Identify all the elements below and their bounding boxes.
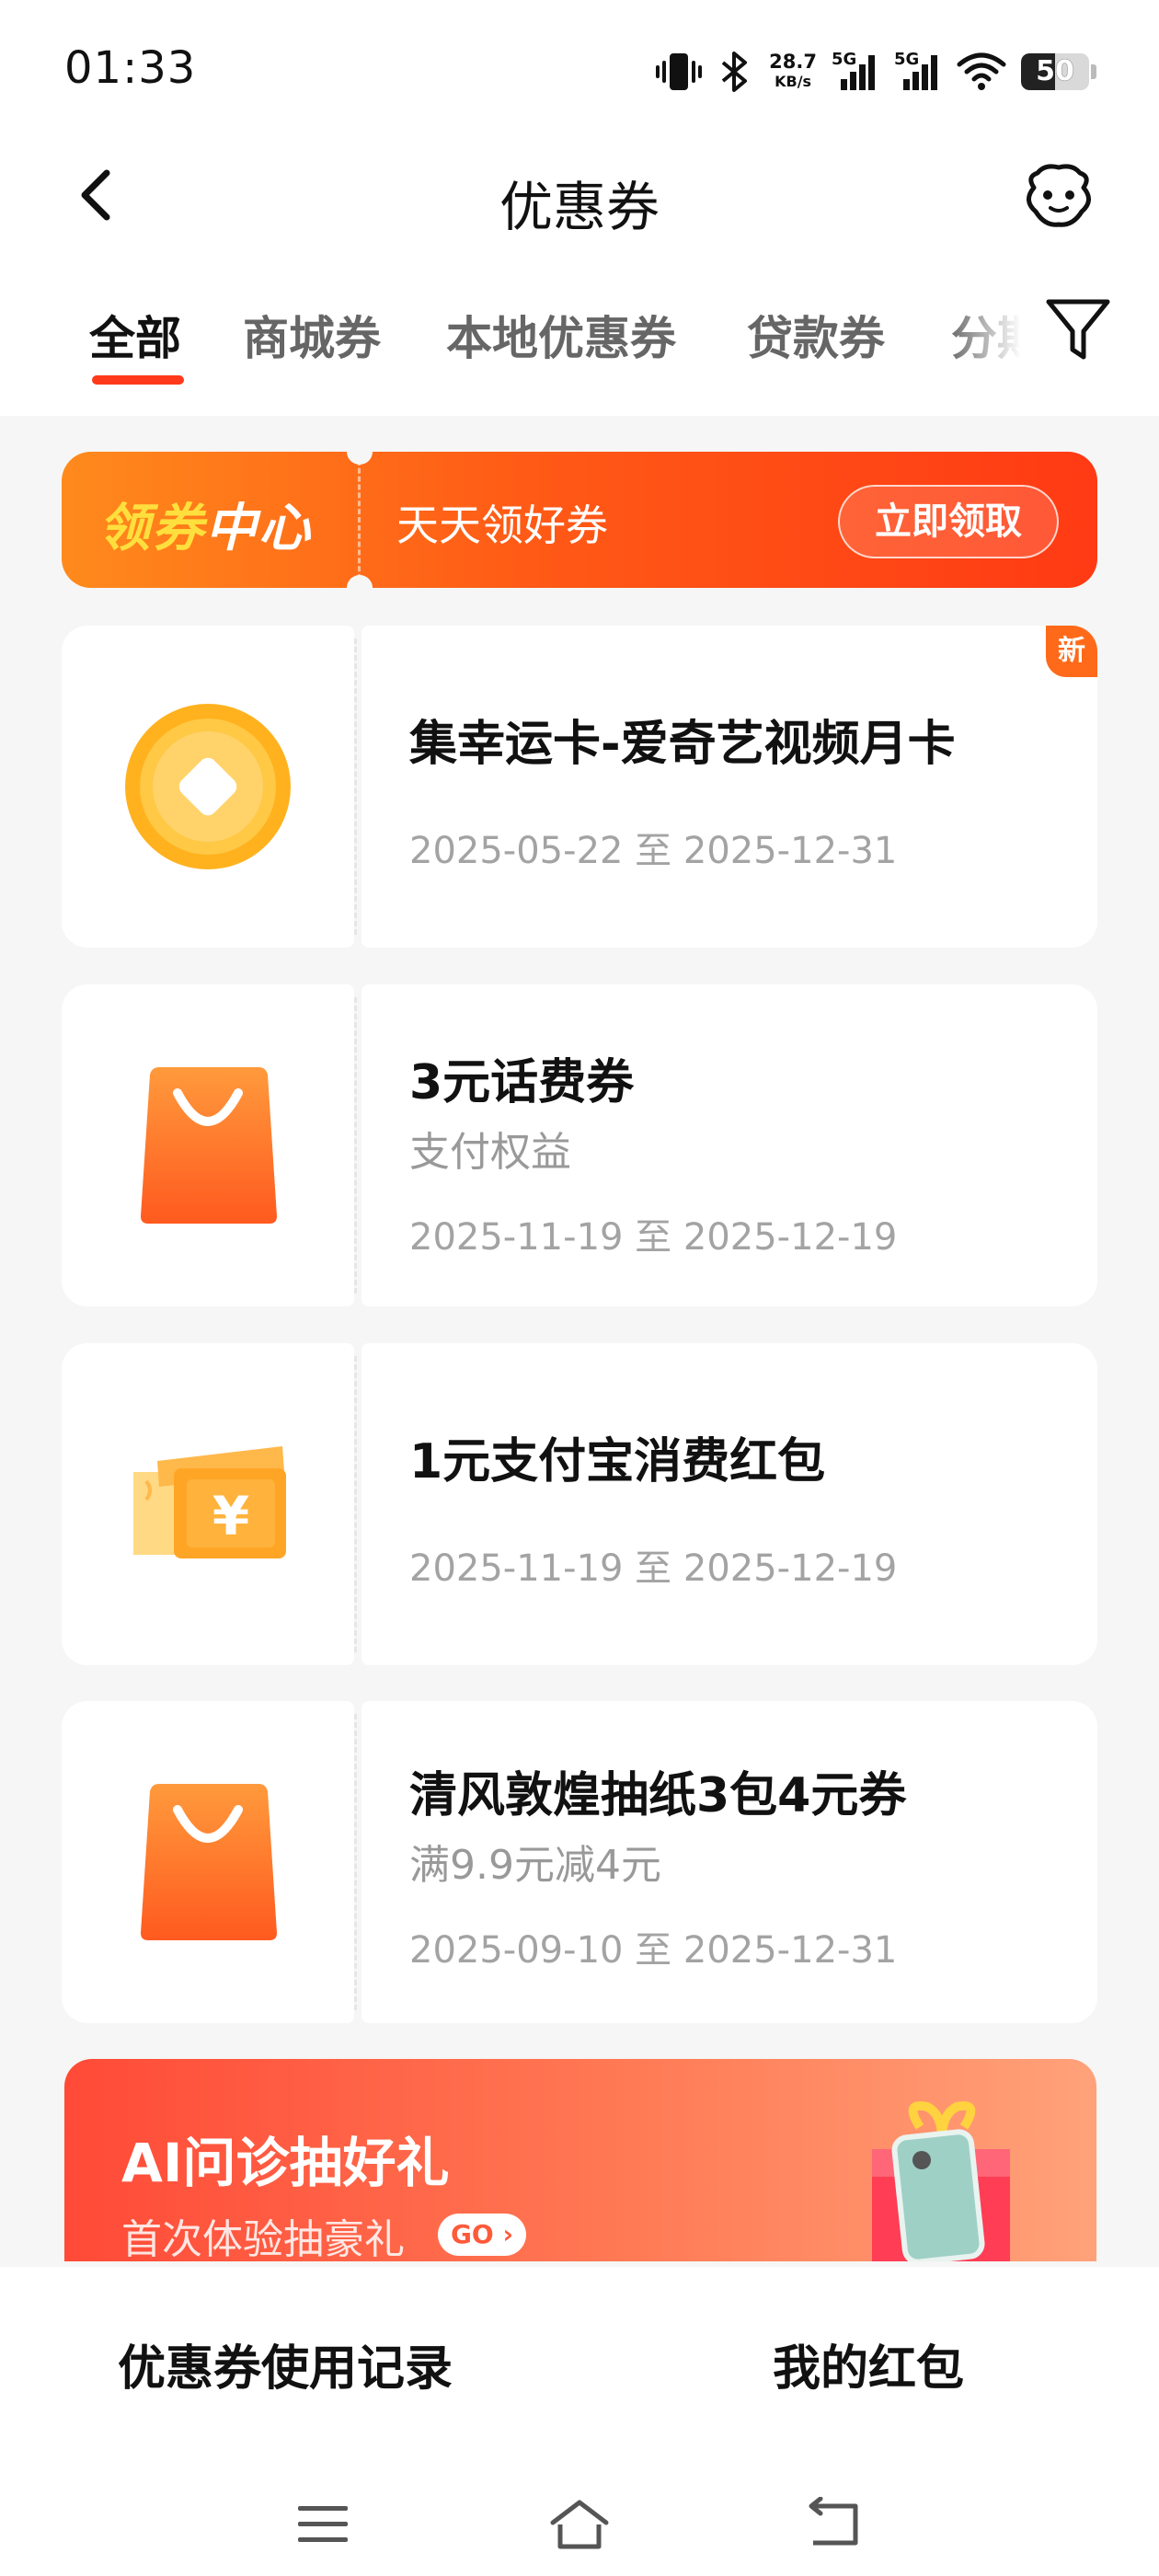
promo-go-button[interactable]: GO ›: [438, 2214, 526, 2256]
category-tabs: 全部 商城券 本地优惠券 贷款券 分期: [0, 293, 1021, 394]
coupon-date: 2025-05-22 至 2025-12-31: [409, 830, 898, 872]
gift-phone-icon: [863, 2094, 1028, 2261]
tab-mall-coupon[interactable]: 商城券: [243, 302, 381, 368]
banner-notch-top: [347, 452, 373, 465]
shopping-bag-icon: [120, 1775, 295, 1949]
coupon-right: [361, 626, 1097, 948]
status-icons: 28.7 KB/s 5G 5G 50: [655, 44, 1096, 99]
coupon-card[interactable]: 集幸运卡-爱奇艺视频月卡 2025-05-22 至 2025-12-31 新: [62, 626, 1097, 948]
coupon-separator: [354, 1714, 357, 2010]
tab-all[interactable]: 全部: [89, 302, 181, 368]
coupon-name: 清风敦煌抽纸3包4元券: [409, 1768, 907, 1823]
coupon-right: [361, 1343, 1097, 1665]
coupon-date: 2025-09-10 至 2025-12-31: [409, 1929, 898, 1972]
top-area: 01:33 28.7 KB/s 5G 5G 50 优惠券 全部 商城券 本地优惠…: [0, 0, 1159, 416]
gold-coin-icon: [120, 699, 295, 874]
ai-consultation-promo[interactable]: AI问诊抽好礼 首次体验抽豪礼 GO ›: [64, 2059, 1096, 2261]
bottom-bar: 优惠券使用记录 我的红包: [0, 2267, 1159, 2576]
coupon-center-logo: 领券中心: [98, 487, 312, 561]
my-red-packet-link[interactable]: 我的红包: [773, 2329, 964, 2398]
new-badge: 新: [1046, 626, 1097, 677]
nav-bar: 优惠券: [0, 147, 1159, 239]
bluetooth-icon: [717, 50, 754, 94]
logo-part1: 领券: [98, 499, 205, 558]
back-gesture-icon[interactable]: [804, 2496, 868, 2552]
logo-part2: 中心: [205, 499, 312, 558]
coupon-history-link[interactable]: 优惠券使用记录: [118, 2329, 453, 2398]
banner-divider: [358, 452, 361, 588]
signal-sim2-icon: 5G: [894, 50, 942, 94]
battery-indicator: 50: [1021, 53, 1089, 90]
banner-notch-bottom: [347, 575, 373, 588]
page-title: 优惠券: [499, 176, 660, 238]
coupon-name: 3元话费券: [409, 1055, 635, 1110]
signal-sim1-icon: 5G: [832, 50, 879, 94]
shopping-bag-icon: [120, 1058, 295, 1233]
menu-icon[interactable]: [291, 2497, 355, 2552]
promo-subtitle: 首次体验抽豪礼: [121, 2216, 405, 2261]
status-time: 01:33: [64, 42, 197, 94]
coupon-subtitle: 支付权益: [409, 1129, 571, 1176]
svg-text:¥: ¥: [212, 1485, 249, 1547]
filter-icon[interactable]: [1041, 293, 1115, 366]
yuan-ticket-icon: ¥: [120, 1417, 295, 1592]
customer-service-icon[interactable]: [1017, 160, 1100, 234]
battery-tip: [1091, 64, 1096, 79]
coupon-center-banner[interactable]: 领券中心 天天领好券 立即领取: [62, 452, 1097, 588]
coupon-name: 集幸运卡-爱奇艺视频月卡: [409, 717, 956, 772]
system-navigation: [0, 2488, 1159, 2561]
banner-slogan: 天天领好券: [396, 500, 608, 550]
coupon-separator: [354, 997, 357, 1294]
coupon-subtitle: 满9.9元减4元: [409, 1842, 661, 1889]
promo-title: AI问诊抽好礼: [121, 2132, 450, 2194]
coupon-separator: [354, 638, 357, 935]
coupon-card[interactable]: 清风敦煌抽纸3包4元券 满9.9元减4元 2025-09-10 至 2025-1…: [62, 1701, 1097, 2023]
tabs-fade: [947, 293, 1021, 394]
coupon-card[interactable]: 3元话费券 支付权益 2025-11-19 至 2025-12-19: [62, 984, 1097, 1306]
network-speed-unit: KB/s: [775, 73, 812, 90]
coupon-date: 2025-11-19 至 2025-12-19: [409, 1547, 898, 1590]
coupon-date: 2025-11-19 至 2025-12-19: [409, 1216, 898, 1259]
vibrate-icon: [655, 52, 703, 92]
coupon-separator: [354, 1356, 357, 1652]
status-bar: 01:33 28.7 KB/s 5G 5G 50: [0, 0, 1159, 138]
tab-local-coupon[interactable]: 本地优惠券: [446, 302, 676, 368]
home-icon[interactable]: [547, 2497, 612, 2552]
claim-now-button[interactable]: 立即领取: [838, 485, 1059, 558]
wifi-icon: [957, 52, 1006, 92]
network-speed-value: 28.7: [769, 51, 817, 73]
battery-text: 50: [1036, 55, 1074, 87]
promo-go-label: GO: [450, 2219, 494, 2249]
network-speed: 28.7 KB/s: [769, 52, 817, 92]
tab-loan-coupon[interactable]: 贷款券: [747, 302, 885, 368]
coupon-name: 1元支付宝消费红包: [409, 1434, 826, 1489]
coupon-card[interactable]: ¥ 1元支付宝消费红包 2025-11-19 至 2025-12-19: [62, 1343, 1097, 1665]
active-tab-indicator: [92, 375, 184, 385]
